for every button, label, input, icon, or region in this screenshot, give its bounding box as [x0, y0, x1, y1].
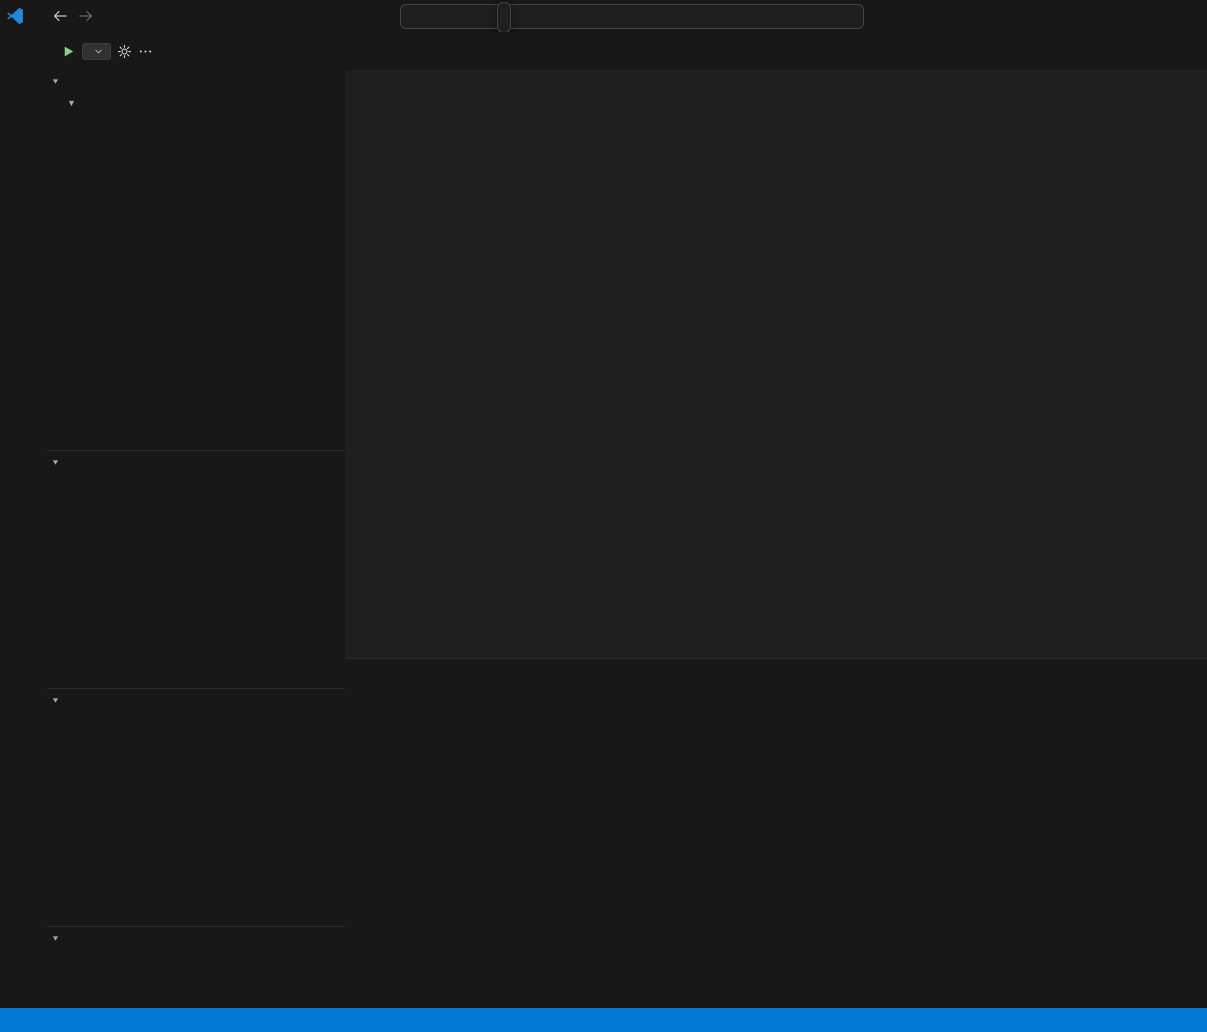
watch-section: ▼: [47, 450, 345, 473]
command-center[interactable]: [400, 4, 864, 29]
activity-bar: [0, 32, 48, 1008]
breadcrumb[interactable]: [345, 71, 1207, 93]
breakpoints-header[interactable]: ▼: [47, 926, 345, 949]
callstack-header[interactable]: ▼: [47, 688, 345, 711]
status-bar: [0, 1008, 1207, 1032]
gear-icon[interactable]: [117, 44, 132, 59]
panel-tab-bar: [345, 659, 1207, 691]
editor-group: [345, 32, 1207, 658]
watch-header[interactable]: ▼: [47, 450, 345, 473]
variables-section: ▼ ▼: [47, 70, 345, 113]
chevron-down-icon: [93, 46, 104, 57]
editor-tab-bar: [345, 32, 1207, 71]
sidebar-run-and-debug: ▼ ▼ ▼ ▼ ▼: [47, 32, 346, 1008]
vscode-window: ▼ ▼ ▼ ▼ ▼: [0, 0, 1207, 1032]
nav-arrows: [52, 8, 94, 24]
title-bar: [0, 0, 1207, 33]
vscode-logo: [0, 7, 30, 25]
code-editor[interactable]: [345, 93, 1207, 659]
scope-local[interactable]: ▼: [47, 92, 345, 113]
sidebar-header: [47, 32, 345, 70]
breakpoints-section: ▼: [47, 926, 345, 1008]
callstack-section: ▼: [47, 688, 345, 926]
start-debug-icon[interactable]: [61, 44, 76, 59]
terminal-output: [345, 691, 1207, 996]
layout-controls: [1049, 0, 1065, 32]
more-actions-icon[interactable]: [138, 44, 153, 59]
debug-toolbar: [497, 2, 511, 33]
back-arrow-icon[interactable]: [52, 8, 68, 24]
variables-header[interactable]: ▼: [47, 70, 345, 92]
forward-arrow-icon[interactable]: [78, 8, 94, 24]
bottom-panel: [345, 658, 1207, 1009]
launch-config-dropdown[interactable]: [82, 43, 111, 60]
